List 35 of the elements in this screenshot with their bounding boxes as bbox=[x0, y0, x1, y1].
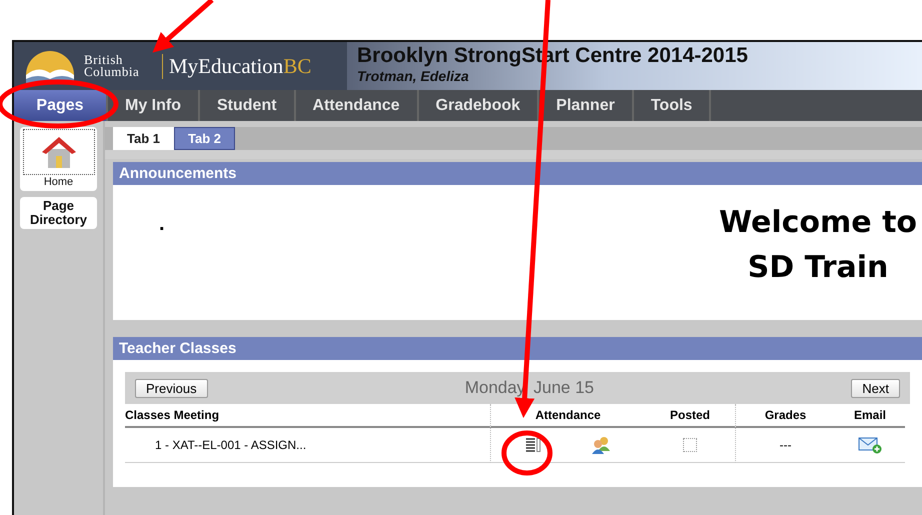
highlight-circle bbox=[502, 430, 552, 476]
sunrise-icon bbox=[24, 49, 76, 83]
column-header: Classes Meeting bbox=[125, 404, 490, 428]
home-link[interactable]: Home bbox=[20, 127, 97, 191]
nav-tab[interactable]: Attendance bbox=[296, 90, 419, 121]
column-header: Attendance bbox=[490, 404, 645, 428]
column-header: Posted bbox=[645, 404, 735, 428]
tab[interactable]: Tab 1 bbox=[113, 127, 174, 150]
house-icon bbox=[40, 135, 76, 169]
user-name: Trotman, Edeliza bbox=[357, 68, 470, 84]
column-header: Grades bbox=[735, 404, 835, 428]
people-icon[interactable] bbox=[591, 436, 611, 454]
email-add-icon[interactable] bbox=[858, 436, 882, 454]
nav-tab[interactable]: Gradebook bbox=[418, 90, 540, 121]
nav-tab[interactable]: Student bbox=[200, 90, 296, 121]
next-button[interactable]: Next bbox=[851, 378, 900, 398]
class-link[interactable]: 1 - XAT--EL-001 - ASSIGN... bbox=[155, 438, 306, 452]
nav-tab[interactable]: Pages bbox=[14, 90, 108, 121]
previous-button[interactable]: Previous bbox=[135, 378, 208, 398]
page-directory-link[interactable]: Page Directory bbox=[20, 197, 97, 229]
logo: British Columbia MyEducationBC bbox=[14, 42, 347, 90]
welcome-text: Welcome to bbox=[719, 205, 918, 240]
nav-tab[interactable]: Planner bbox=[539, 90, 634, 121]
panel-title: Announcements bbox=[113, 162, 922, 185]
welcome-text: SD Train bbox=[748, 250, 888, 285]
nav-tab[interactable]: My Info bbox=[108, 90, 200, 121]
annotation-arrow bbox=[152, 0, 214, 53]
panel-title: Teacher Classes bbox=[113, 337, 922, 360]
posted-checkbox[interactable] bbox=[683, 438, 697, 452]
bullet: . bbox=[158, 212, 166, 237]
grades-text: --- bbox=[780, 438, 792, 452]
column-header: Email bbox=[835, 404, 905, 428]
nav-tab[interactable]: Tools bbox=[634, 90, 712, 121]
list-icon[interactable] bbox=[525, 438, 541, 452]
tab[interactable]: Tab 2 bbox=[174, 127, 235, 150]
